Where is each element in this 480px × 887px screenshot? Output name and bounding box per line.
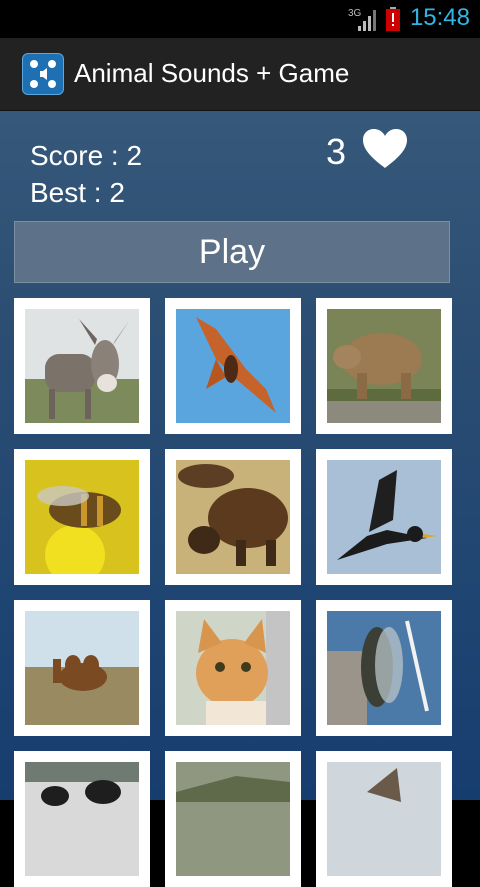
score-label: Score : [30, 140, 119, 171]
best-value: 2 [109, 177, 125, 208]
app-title: Animal Sounds + Game [74, 58, 350, 88]
clock-time: 15:48 [409, 4, 470, 31]
status-bar: 3G 15:48 [0, 0, 480, 38]
cat-image [176, 611, 290, 725]
tile-bat[interactable] [165, 298, 301, 434]
crocodile-image [176, 762, 290, 876]
play-button[interactable]: Play [14, 221, 450, 283]
camel-image [25, 611, 139, 725]
bear-image [327, 309, 441, 423]
signal-icon: 3G [348, 8, 376, 31]
heart-icon [363, 129, 407, 168]
app-animals-icon[interactable] [22, 53, 64, 95]
donkey-image [25, 309, 139, 423]
score-row: Score : 2 [30, 137, 142, 174]
score-panel: Score : 2 Best : 2 [30, 137, 142, 211]
tile-bear[interactable] [316, 298, 452, 434]
game-area: Score : 2 Best : 2 3 Play [0, 111, 480, 887]
tile-cicada[interactable] [316, 600, 452, 736]
best-label: Best : [30, 177, 102, 208]
tile-bison[interactable] [165, 449, 301, 585]
tile-crocodile[interactable] [165, 751, 301, 887]
tile-blackbird[interactable] [316, 449, 452, 585]
cow-image [25, 762, 139, 876]
cicada-image [327, 611, 441, 725]
svg-text:3G: 3G [348, 8, 362, 19]
bee-image [25, 460, 139, 585]
best-row: Best : 2 [30, 174, 142, 211]
action-bar: Animal Sounds + Game [0, 38, 480, 113]
score-value: 2 [126, 140, 143, 171]
blackbird-image [327, 460, 441, 574]
bat-image [176, 309, 290, 423]
tile-cat[interactable] [165, 600, 301, 736]
tile-cow[interactable] [14, 751, 150, 887]
bison-image [176, 460, 290, 574]
tile-camel[interactable] [14, 600, 150, 736]
tile-bee[interactable] [14, 449, 150, 585]
lives-count: 3 [326, 131, 347, 172]
tile-donkey[interactable] [14, 298, 150, 434]
battery-alert-icon [386, 7, 400, 31]
tile-bird[interactable] [316, 751, 452, 887]
bird-image [327, 762, 441, 876]
